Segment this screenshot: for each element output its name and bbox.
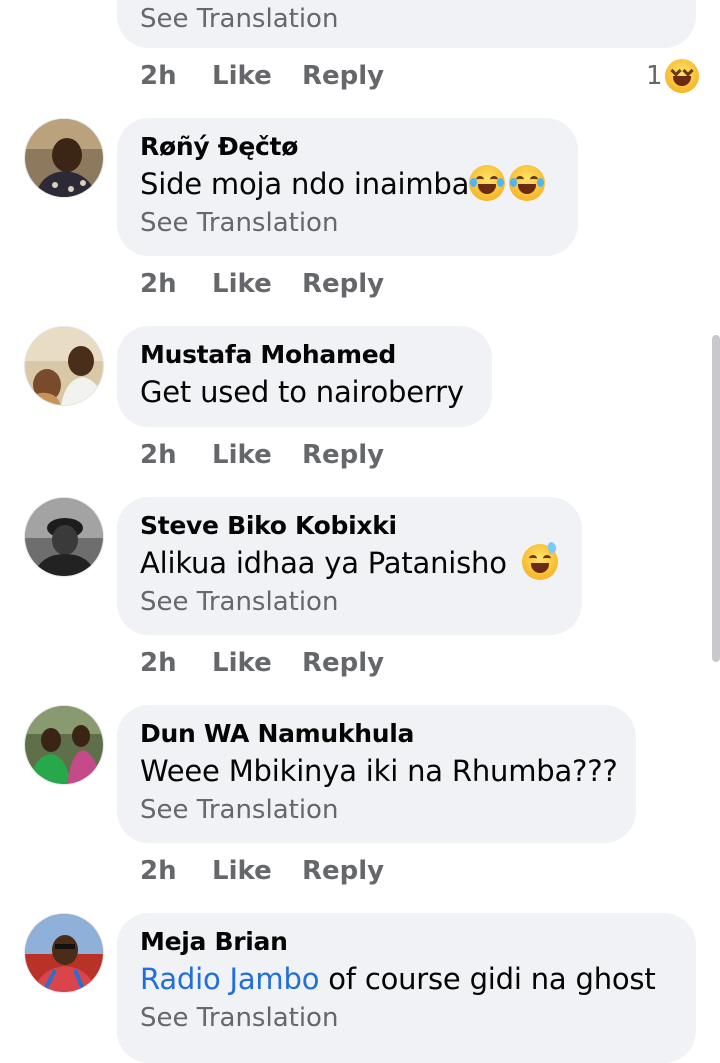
comment-actions: 2h Like Reply bbox=[140, 643, 384, 683]
comment-time: 2h bbox=[140, 440, 177, 470]
like-button[interactable]: Like bbox=[212, 269, 302, 299]
reply-button[interactable]: Reply bbox=[302, 856, 384, 886]
comment-author[interactable]: Dun WA Namukhula bbox=[140, 717, 612, 751]
avatar[interactable] bbox=[24, 705, 104, 785]
comment-bubble: Mustafa Mohamed Get used to nairoberry bbox=[117, 326, 492, 427]
comment-text: Alikua idhaa ya Patanisho bbox=[140, 540, 558, 583]
see-translation-link[interactable]: See Translation bbox=[140, 583, 558, 621]
comment-text: Radio Jambo of course gidi na ghost bbox=[140, 962, 656, 996]
comment-bubble: Dun WA Namukhula Weee Mbikinya iki na Rh… bbox=[117, 705, 636, 843]
see-translation-link[interactable]: See Translation bbox=[140, 999, 672, 1037]
like-button[interactable]: Like bbox=[212, 648, 302, 678]
reaction-count: 1 bbox=[646, 61, 663, 91]
comment-text: Weee Mbikinya iki na Rhumba??? bbox=[140, 754, 618, 788]
avatar[interactable] bbox=[24, 118, 104, 198]
reply-button[interactable]: Reply bbox=[302, 648, 384, 678]
comment-time: 2h bbox=[140, 61, 177, 91]
like-button[interactable]: Like bbox=[212, 61, 302, 91]
see-translation-link[interactable]: See Translation bbox=[140, 204, 554, 242]
reaction-summary[interactable]: 1 bbox=[646, 58, 699, 94]
comment-bubble: Meja Brian Radio Jambo of course gidi na… bbox=[117, 913, 696, 1063]
mention-link[interactable]: Radio Jambo bbox=[140, 962, 319, 996]
like-button[interactable]: Like bbox=[212, 856, 302, 886]
reply-button[interactable]: Reply bbox=[302, 440, 384, 470]
like-button[interactable]: Like bbox=[212, 440, 302, 470]
comment-time: 2h bbox=[140, 856, 177, 886]
tears-of-joy-emoji-icon bbox=[469, 165, 506, 201]
comment-author[interactable]: Mustafa Mohamed bbox=[140, 338, 468, 372]
comment-time: 2h bbox=[140, 648, 177, 678]
avatar[interactable] bbox=[24, 326, 104, 406]
avatar[interactable] bbox=[24, 497, 104, 577]
grinning-sweat-emoji-icon bbox=[521, 540, 558, 580]
see-translation-link[interactable]: See Translation bbox=[140, 791, 612, 829]
comment-actions: 2h Like Reply bbox=[140, 264, 384, 304]
see-translation-link[interactable]: See Translation bbox=[140, 0, 672, 38]
comment-bubble: Røñý Ðęčtø Side moja ndo inaimba See Tra… bbox=[117, 118, 578, 256]
comment-text: Side moja ndo inaimba bbox=[140, 164, 554, 204]
avatar[interactable] bbox=[24, 913, 104, 993]
comment-actions-top: 2h Like Reply bbox=[140, 56, 384, 96]
reply-button[interactable]: Reply bbox=[302, 61, 384, 91]
scrollbar[interactable] bbox=[712, 335, 720, 662]
comment-actions: 2h Like Reply bbox=[140, 435, 384, 475]
reply-button[interactable]: Reply bbox=[302, 269, 384, 299]
laughing-emoji-icon bbox=[664, 59, 699, 93]
comment-author[interactable]: Røñý Ðęčtø bbox=[140, 130, 554, 164]
comment-time: 2h bbox=[140, 269, 177, 299]
comment-bubble: Steve Biko Kobixki Alikua idhaa ya Patan… bbox=[117, 497, 582, 635]
comment-bubble-top: See Translation bbox=[117, 0, 696, 48]
comment-author[interactable]: Steve Biko Kobixki bbox=[140, 509, 558, 543]
tears-of-joy-emoji-icon bbox=[509, 165, 546, 201]
comment-actions: 2h Like Reply bbox=[140, 851, 384, 891]
comment-author[interactable]: Meja Brian bbox=[140, 925, 672, 959]
comment-text: Get used to nairoberry bbox=[140, 375, 464, 409]
